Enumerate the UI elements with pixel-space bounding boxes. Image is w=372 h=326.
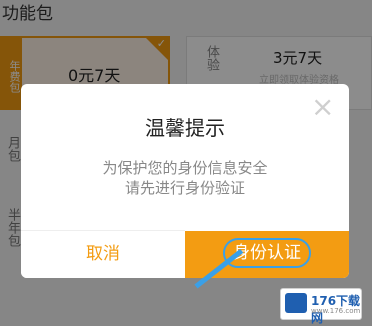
cancel-button[interactable]: 取消 xyxy=(21,230,185,278)
dialog-message-line: 为保护您的身份信息安全 xyxy=(102,159,268,177)
site-watermark: 176下载网 www.176.com xyxy=(280,288,362,325)
close-icon[interactable]: × xyxy=(311,93,334,121)
dialog-message: 为保护您的身份信息安全 请先进行身份验证 xyxy=(21,158,349,198)
dialog-message-line: 请先进行身份验证 xyxy=(124,179,245,197)
dialog-title: 温馨提示 xyxy=(145,116,225,140)
verification-dialog: 温馨提示 × 为保护您的身份信息安全 请先进行身份验证 取消 身份认证 xyxy=(21,84,349,278)
watermark-subtext: www.176.com xyxy=(311,307,361,315)
watermark-logo xyxy=(285,293,307,313)
